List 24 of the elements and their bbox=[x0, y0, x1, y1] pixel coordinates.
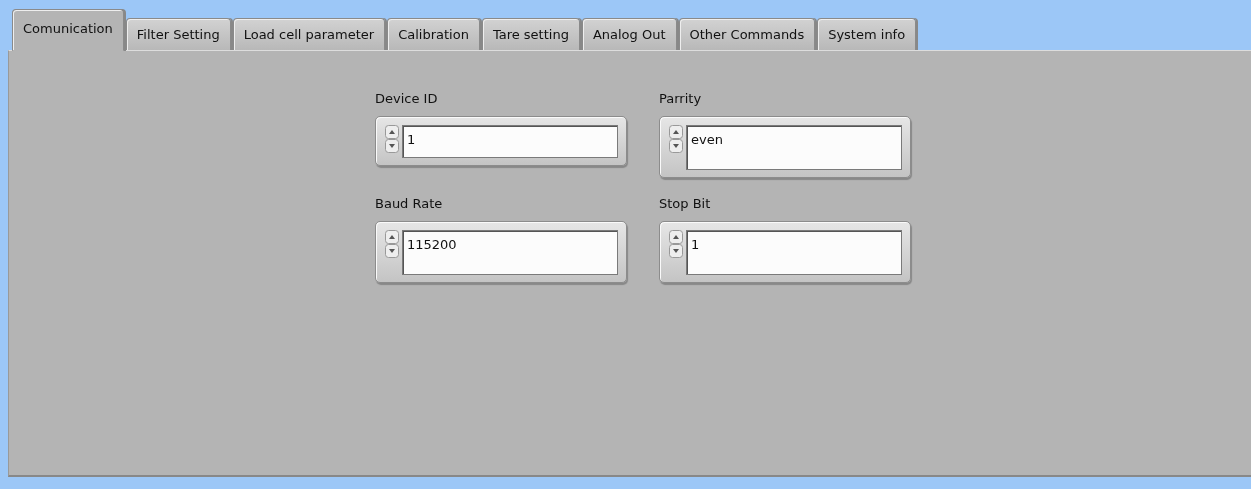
field-label: Baud Rate bbox=[375, 196, 444, 213]
spinner-arrows-icon[interactable] bbox=[669, 125, 683, 153]
ring-control[interactable]: 1 bbox=[375, 116, 627, 166]
spinner-arrows-icon[interactable] bbox=[385, 230, 399, 258]
value-field[interactable]: even bbox=[686, 125, 902, 170]
tab[interactable]: Tare setting bbox=[481, 18, 580, 50]
spinner-arrows-icon[interactable] bbox=[385, 125, 399, 153]
field-label: Stop Bit bbox=[659, 196, 712, 213]
ring-control[interactable]: 1 bbox=[659, 221, 911, 283]
tab[interactable]: System info bbox=[817, 18, 917, 50]
value-field[interactable]: 1 bbox=[402, 125, 618, 158]
value-field[interactable]: 115200 bbox=[402, 230, 618, 275]
value-field[interactable]: 1 bbox=[686, 230, 902, 275]
field-label: Parrity bbox=[659, 91, 703, 108]
tab[interactable]: Analog Out bbox=[581, 18, 677, 50]
tab[interactable]: Other Commands bbox=[678, 18, 816, 50]
tab[interactable]: Load cell parameter bbox=[232, 18, 386, 50]
tab[interactable]: Calibration bbox=[387, 18, 480, 50]
ring-control[interactable]: 115200 bbox=[375, 221, 627, 283]
tab[interactable]: Comunication bbox=[12, 9, 124, 51]
spinner-arrows-icon[interactable] bbox=[669, 230, 683, 258]
ring-control[interactable]: even bbox=[659, 116, 911, 178]
tab[interactable]: Filter Setting bbox=[125, 18, 231, 50]
field-label: Device ID bbox=[375, 91, 439, 108]
